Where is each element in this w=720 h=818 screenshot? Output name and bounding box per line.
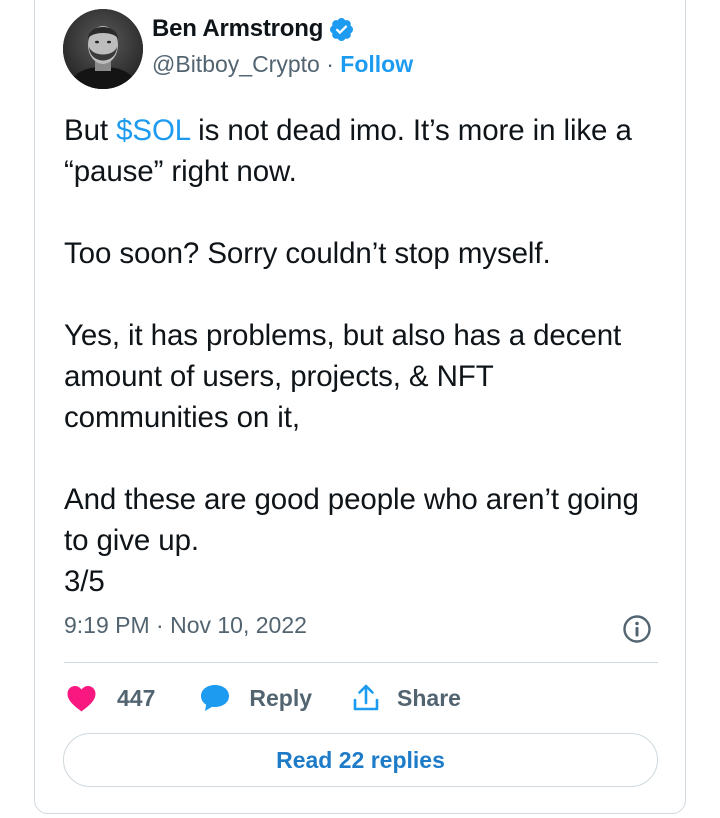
share-upload-icon	[353, 684, 379, 711]
share-label: Share	[397, 684, 461, 711]
author-row: Ben Armstrong	[152, 15, 355, 43]
read-replies-button[interactable]: Read 22 replies	[63, 733, 658, 787]
speech-bubble-icon	[201, 685, 230, 711]
reply-label: Reply	[249, 684, 313, 711]
tweet-timestamp[interactable]: 9:19 PM · Nov 10, 2022	[64, 612, 307, 639]
tweet-paragraph: Too soon? Sorry couldn’t stop myself.	[64, 237, 551, 270]
author-handle[interactable]: @Bitboy_Crypto	[152, 51, 320, 77]
author-name[interactable]: Ben Armstrong	[152, 15, 323, 43]
tweet-paragraph: And these are good people who aren’t goi…	[64, 483, 639, 557]
text-segment: But	[64, 114, 117, 147]
like-count: 447	[117, 684, 156, 711]
info-icon[interactable]	[622, 614, 652, 644]
heart-icon	[67, 686, 96, 712]
action-bar: 447 Reply Share	[66, 680, 461, 716]
separator: ·	[319, 51, 341, 77]
like-button[interactable]: 447	[66, 684, 199, 712]
read-replies-label: Read 22 replies	[276, 746, 445, 773]
verified-badge-icon	[330, 17, 354, 41]
tweet-paragraph: But $SOL is not dead imo. It’s more in l…	[64, 110, 664, 192]
avatar[interactable]	[63, 9, 143, 89]
reply-button[interactable]: Reply	[199, 683, 352, 713]
tweet-paragraph: Yes, it has problems, but also has a dec…	[64, 319, 622, 434]
divider	[64, 662, 658, 663]
tweet-thread-counter: 3/5	[64, 565, 105, 598]
follow-button[interactable]: Follow	[340, 51, 413, 77]
share-button[interactable]: Share	[352, 683, 461, 713]
tweet-text: But $SOL is not dead imo. It’s more in l…	[64, 110, 664, 602]
cashtag-link[interactable]: $SOL	[116, 114, 190, 147]
handle-row: @Bitboy_Crypto · Follow	[152, 51, 413, 78]
